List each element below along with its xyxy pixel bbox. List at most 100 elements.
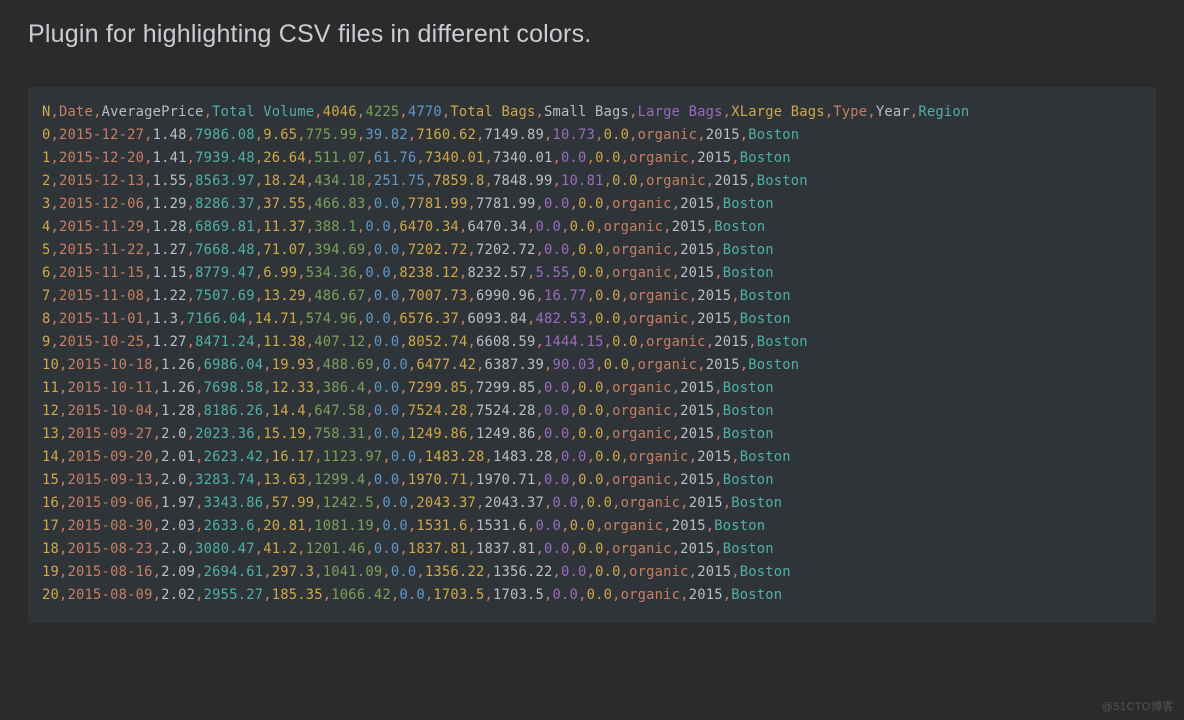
csv-separator: , — [484, 173, 493, 189]
csv-separator: , — [187, 288, 196, 304]
csv-separator: , — [587, 288, 596, 304]
csv-separator: , — [187, 127, 196, 143]
csv-cell: 0.0 — [544, 196, 570, 212]
csv-separator: , — [553, 173, 562, 189]
csv-cell: 2015-12-20 — [59, 150, 144, 166]
csv-separator: , — [187, 219, 196, 235]
csv-cell: 0.0 — [561, 150, 587, 166]
csv-data-row: 16,2015-09-06,1.97,3343.86,57.99,1242.5,… — [42, 492, 1142, 515]
csv-cell: 6477.42 — [416, 357, 476, 373]
csv-separator: , — [587, 449, 596, 465]
csv-separator: , — [195, 357, 204, 373]
csv-cell: 0.0 — [570, 219, 596, 235]
csv-cell: 2015 — [680, 426, 714, 442]
csv-separator: , — [467, 334, 476, 350]
csv-separator: , — [153, 495, 162, 511]
csv-cell: organic — [638, 357, 698, 373]
csv-separator: , — [93, 104, 102, 120]
csv-separator: , — [604, 472, 613, 488]
csv-cell: 7698.58 — [204, 380, 264, 396]
csv-cell: organic — [629, 311, 689, 327]
csv-separator: , — [484, 150, 493, 166]
csv-cell: 90.03 — [553, 357, 596, 373]
csv-cell: organic — [629, 449, 689, 465]
csv-cell: 7939.48 — [195, 150, 255, 166]
csv-separator: , — [587, 311, 596, 327]
csv-cell: 466.83 — [314, 196, 365, 212]
csv-separator: , — [263, 380, 272, 396]
csv-cell: 14.71 — [255, 311, 298, 327]
csv-separator: , — [51, 127, 60, 143]
csv-cell: 486.67 — [314, 288, 365, 304]
csv-separator: , — [153, 472, 162, 488]
csv-separator: , — [604, 403, 613, 419]
csv-cell: 8186.26 — [204, 403, 264, 419]
csv-separator: , — [204, 104, 213, 120]
csv-cell: 0.0 — [553, 495, 579, 511]
csv-separator: , — [365, 472, 374, 488]
csv-separator: , — [723, 587, 732, 603]
csv-separator: , — [153, 587, 162, 603]
csv-header-cell: Total Bags — [450, 104, 535, 120]
csv-cell: 7160.62 — [416, 127, 476, 143]
csv-separator: , — [467, 426, 476, 442]
csv-header-cell: Large Bags — [638, 104, 723, 120]
csv-cell: 2015 — [689, 495, 723, 511]
csv-separator: , — [467, 242, 476, 258]
csv-separator: , — [570, 242, 579, 258]
csv-cell: 2015 — [672, 518, 706, 534]
csv-header-cell: Type — [833, 104, 867, 120]
csv-cell: 1837.81 — [476, 541, 536, 557]
csv-separator: , — [314, 357, 323, 373]
csv-separator: , — [255, 219, 264, 235]
csv-cell: organic — [646, 334, 706, 350]
csv-separator: , — [570, 403, 579, 419]
csv-cell: 7340.01 — [493, 150, 553, 166]
csv-separator: , — [382, 449, 391, 465]
csv-separator: , — [544, 127, 553, 143]
csv-cell: 0.0 — [595, 449, 621, 465]
csv-data-row: 5,2015-11-22,1.27,7668.48,71.07,394.69,0… — [42, 239, 1142, 262]
csv-cell: 2.09 — [161, 564, 195, 580]
csv-cell: 2.0 — [161, 541, 187, 557]
csv-cell: Boston — [723, 242, 774, 258]
csv-separator: , — [689, 288, 698, 304]
csv-cell: 12 — [42, 403, 59, 419]
csv-separator: , — [484, 587, 493, 603]
csv-cell: 0.0 — [595, 564, 621, 580]
csv-data-row: 15,2015-09-13,2.0,3283.74,13.63,1299.4,0… — [42, 469, 1142, 492]
csv-separator: , — [595, 518, 604, 534]
csv-data-row: 11,2015-10-11,1.26,7698.58,12.33,386.4,0… — [42, 377, 1142, 400]
csv-cell: 7668.48 — [195, 242, 255, 258]
csv-cell: 7524.28 — [408, 403, 468, 419]
csv-separator: , — [144, 150, 153, 166]
csv-cell: 15.19 — [263, 426, 306, 442]
csv-cell: 2015 — [689, 587, 723, 603]
csv-separator: , — [314, 104, 323, 120]
csv-separator: , — [714, 426, 723, 442]
csv-cell: organic — [621, 495, 681, 511]
csv-separator: , — [399, 541, 408, 557]
csv-cell: 3343.86 — [204, 495, 264, 511]
csv-cell: organic — [612, 426, 672, 442]
csv-separator: , — [578, 587, 587, 603]
csv-cell: 7166.04 — [187, 311, 247, 327]
csv-separator: , — [255, 541, 264, 557]
csv-cell: 8563.97 — [195, 173, 255, 189]
csv-separator: , — [187, 541, 196, 557]
csv-cell: Boston — [731, 587, 782, 603]
csv-cell: 1.15 — [153, 265, 187, 281]
csv-separator: , — [195, 380, 204, 396]
csv-cell: 1201.46 — [306, 541, 366, 557]
csv-cell: 0.0 — [570, 518, 596, 534]
csv-data-row: 12,2015-10-04,1.28,8186.26,14.4,647.58,0… — [42, 400, 1142, 423]
csv-separator: , — [144, 288, 153, 304]
csv-cell: 2015-10-25 — [59, 334, 144, 350]
csv-cell: 1.22 — [153, 288, 187, 304]
csv-separator: , — [621, 449, 630, 465]
csv-cell: 2015-12-13 — [59, 173, 144, 189]
csv-separator: , — [399, 472, 408, 488]
csv-separator: , — [714, 403, 723, 419]
csv-separator: , — [263, 357, 272, 373]
csv-separator: , — [467, 380, 476, 396]
